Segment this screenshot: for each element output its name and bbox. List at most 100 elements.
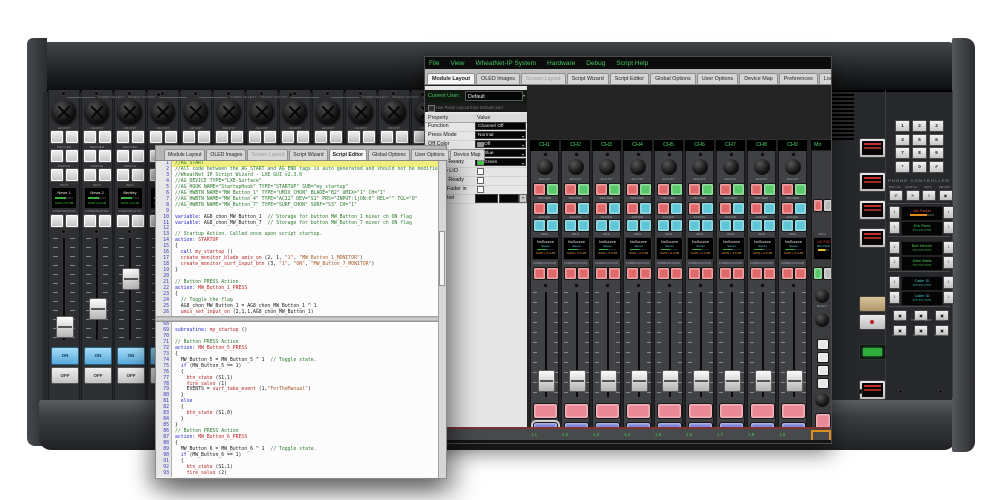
value-field[interactable]: Channel Off [475,122,526,130]
assign-right-button[interactable] [701,202,714,215]
defined-right-button[interactable] [608,183,621,196]
aux-left-button[interactable] [595,219,608,232]
communication-right-button[interactable] [608,267,621,280]
channel-fader[interactable] [781,292,806,397]
defined-right-button[interactable] [577,183,590,196]
adjust-knob[interactable] [692,159,708,175]
assign-left-button[interactable] [564,202,577,215]
master-white-button-3[interactable] [817,365,829,376]
master-gray-button-2[interactable] [823,267,831,280]
value-checkbox[interactable] [477,168,484,175]
assign-right-button[interactable] [794,202,807,215]
adjust-knob[interactable] [754,159,770,175]
communication-left-button[interactable] [688,267,701,280]
channel-fader[interactable] [595,292,620,397]
menu-view[interactable]: View [450,60,464,67]
channel-fader[interactable] [750,292,775,397]
defined-right-button[interactable] [794,183,807,196]
code-pane-top[interactable]: 1//AG_START 2//All code between the AG_ST… [156,161,439,316]
tab-module-layout[interactable]: Module Layout [164,149,206,160]
master-white-button-2[interactable] [817,352,829,363]
aux-right-button[interactable] [670,219,683,232]
fader-knob[interactable] [538,370,555,392]
aux-left-button[interactable] [781,219,794,232]
channel-fader[interactable] [719,292,744,397]
aux-right-button[interactable] [732,219,745,232]
assign-left-button[interactable] [533,202,546,215]
aux-left-button[interactable] [750,219,763,232]
defined-left-button[interactable] [533,183,546,196]
menu-script-help[interactable]: Script Help [616,60,648,67]
property-value-include-fader-in[interactable] [475,185,526,193]
assign-right-button[interactable] [670,202,683,215]
tab-global-options[interactable]: Global Options [650,73,696,84]
tab-global-options[interactable]: Global Options [368,149,410,160]
channel-fader[interactable] [626,292,651,397]
aux-left-button[interactable] [719,219,732,232]
communication-left-button[interactable] [626,267,639,280]
fader-knob[interactable] [724,370,741,392]
communication-left-button[interactable] [595,267,608,280]
assign-left-button[interactable] [688,202,701,215]
code-pane-bottom[interactable]: 68 69 subroutine: my_startup () 70 71// Butt… [156,322,439,477]
tab-script-wizard[interactable]: Script Wizard [566,73,609,84]
master-green-button[interactable] [813,267,823,280]
code-line-93[interactable]: 93 fire_salvo (2) [156,470,439,477]
defined-left-button[interactable] [626,183,639,196]
defined-left-button[interactable] [719,183,732,196]
menu-debug[interactable]: Debug [586,60,605,67]
code-line-26[interactable]: 26 umix_set_input_on (2,1,1,AG8_chon_MW_… [156,309,439,316]
color-dropdown[interactable]: Off ▾ [475,140,526,148]
adjust-knob[interactable] [661,159,677,175]
assign-right-button[interactable] [639,202,652,215]
pink-button[interactable] [657,403,682,419]
select-knob[interactable] [815,289,829,303]
assign-right-button[interactable] [763,202,776,215]
editor-scrollbar[interactable] [438,161,446,478]
property-value-hard-label[interactable]: ▾ [475,194,527,203]
aux-left-button[interactable] [533,219,546,232]
aux-left-button[interactable] [657,219,670,232]
communication-right-button[interactable] [577,267,590,280]
communication-right-button[interactable] [546,267,559,280]
channel-fader[interactable] [564,292,589,397]
defined-left-button[interactable] [750,183,763,196]
adjust-knob[interactable] [785,159,801,175]
value-checkbox[interactable] [477,177,484,184]
tab-user-options[interactable]: User Options [410,149,449,160]
communication-left-button[interactable] [750,267,763,280]
assign-right-button[interactable] [577,202,590,215]
pink-button[interactable] [719,403,744,419]
defined-left-button[interactable] [564,183,577,196]
tab-oled-images[interactable]: OLED Images [476,73,520,84]
communication-left-button[interactable] [657,267,670,280]
fader-knob[interactable] [755,370,772,392]
tab-script-wizard[interactable]: Script Wizard [289,149,328,160]
defined-left-button[interactable] [595,183,608,196]
tab-device-map[interactable]: Device Map [739,73,778,84]
tab-module-layout[interactable]: Module Layout [427,73,476,84]
master-red-button[interactable] [813,199,823,212]
tab-preferences[interactable]: Preferences [778,73,818,84]
pink-button[interactable] [564,403,589,419]
pink-button[interactable] [688,403,713,419]
communication-right-button[interactable] [763,267,776,280]
communication-left-button[interactable] [533,267,546,280]
channel-fader[interactable] [688,292,713,397]
master-white-button-4[interactable] [817,378,829,389]
assign-right-button[interactable] [732,202,745,215]
assign-left-button[interactable] [626,202,639,215]
defined-right-button[interactable] [763,183,776,196]
communication-right-button[interactable] [670,267,683,280]
channel-fader[interactable] [657,292,682,397]
fader-knob[interactable] [693,370,710,392]
adjust-knob[interactable] [568,159,584,175]
aux-left-button[interactable] [564,219,577,232]
defined-left-button[interactable] [781,183,794,196]
panel-layout-checkbox[interactable] [428,105,435,112]
assign-right-button[interactable] [546,202,559,215]
pink-button[interactable] [595,403,620,419]
adjust-knob[interactable] [599,159,615,175]
cue-knob[interactable] [815,313,829,327]
tab-locator[interactable]: Locator [818,73,831,84]
